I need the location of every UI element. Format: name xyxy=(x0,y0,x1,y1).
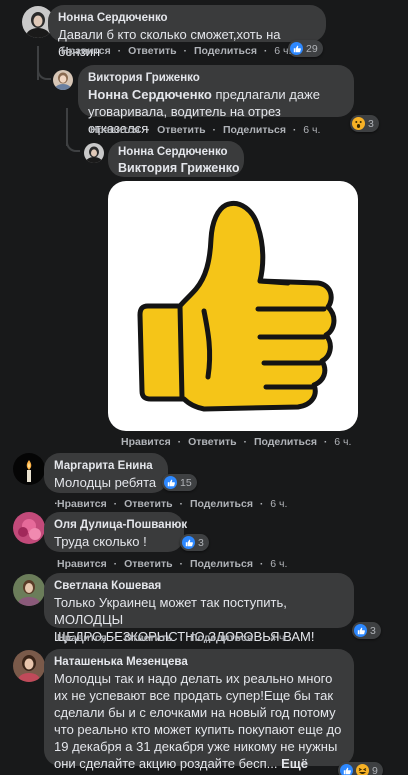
timestamp[interactable]: 6 ч. xyxy=(303,124,320,136)
mention-link[interactable]: Виктория Гриженко xyxy=(118,160,240,176)
timestamp[interactable]: 6 ч. xyxy=(270,498,287,510)
comment-bubble: Нонна Сердюченко Виктория Гриженко xyxy=(108,141,244,177)
like-link[interactable]: Нравится xyxy=(61,45,111,57)
haha-icon xyxy=(356,764,369,775)
avatar[interactable] xyxy=(84,143,104,163)
reaction-count[interactable]: 15 xyxy=(162,474,197,491)
timestamp[interactable]: 4 ч. xyxy=(270,632,287,644)
comment-author[interactable]: Оля Дулица-Пошванюк xyxy=(54,518,187,533)
share-link[interactable]: Поделиться xyxy=(190,558,253,570)
comment-author[interactable]: Светлана Кошевая xyxy=(54,579,344,594)
like-link[interactable]: Нравится xyxy=(57,632,107,644)
reply-link[interactable]: Ответить xyxy=(124,558,173,570)
reaction-number: 3 xyxy=(368,117,374,130)
timestamp[interactable]: 6 ч. xyxy=(334,436,351,448)
comment-text: Молодцы так и надо делать их реально мно… xyxy=(54,671,342,771)
reply-link[interactable]: Ответить xyxy=(128,45,177,57)
reaction-number: 3 xyxy=(198,536,204,549)
comment-bubble: Виктория Гриженко Нонна Сердюченко предл… xyxy=(78,65,354,136)
avatar[interactable] xyxy=(13,574,45,606)
like-link[interactable]: Нравится xyxy=(57,558,107,570)
comment-bubble: Маргарита Енина Молодцы ребята . xyxy=(44,453,168,507)
comment-actions: Нравится · Ответить · Поделиться · 6 ч. xyxy=(90,124,321,136)
avatar[interactable] xyxy=(13,512,45,544)
comment-author[interactable]: Нонна Сердюченко xyxy=(58,11,316,26)
comment-bubble: Оля Дулица-Пошванюк Труда сколько ! xyxy=(44,512,187,552)
share-link[interactable]: Поделиться xyxy=(254,436,317,448)
comment-author[interactable]: Нонна Сердюченко xyxy=(118,145,234,160)
comment-bubble: Наташенька Мезенцева Молодцы так и надо … xyxy=(44,649,354,771)
wow-icon xyxy=(352,117,365,130)
comment-author[interactable]: Виктория Гриженко xyxy=(88,71,344,86)
reply-link[interactable]: Ответить xyxy=(188,436,237,448)
mention-link[interactable]: Нонна Сердюченко xyxy=(88,87,212,102)
avatar[interactable] xyxy=(13,453,45,485)
thread-connector-1 xyxy=(37,60,51,80)
comment-actions: Нравится · Ответить · Поделиться · 6 ч. xyxy=(57,498,288,510)
comment-actions: Нравится · Ответить · Поделиться · 6 ч. xyxy=(61,45,292,57)
like-icon xyxy=(354,624,367,637)
reaction-count[interactable]: 9 xyxy=(338,762,383,775)
share-link[interactable]: Поделиться xyxy=(223,124,286,136)
comment-bubble: Светлана Кошевая Только Украинец может т… xyxy=(44,573,354,644)
comment-actions: Нравится · Ответить · Поделиться · 6 ч. xyxy=(121,436,352,448)
share-link[interactable]: Поделиться xyxy=(194,45,257,57)
reaction-count[interactable]: 3 xyxy=(352,622,381,639)
like-icon xyxy=(164,476,177,489)
reply-link[interactable]: Ответить xyxy=(157,124,206,136)
reaction-count[interactable]: 3 xyxy=(350,115,379,132)
timestamp[interactable]: 6 ч. xyxy=(274,45,291,57)
like-link[interactable]: Нравится xyxy=(121,436,171,448)
timestamp[interactable]: 6 ч. xyxy=(270,558,287,570)
comment-actions: Нравится · Ответить · Поделиться · 6 ч. xyxy=(57,558,288,570)
like-icon xyxy=(182,536,195,549)
see-more-link[interactable]: Ещё xyxy=(281,756,308,771)
comment-text: Труда сколько ! xyxy=(54,534,147,549)
share-link[interactable]: Поделиться xyxy=(190,498,253,510)
reaction-number: 29 xyxy=(306,42,318,55)
reaction-count[interactable]: 3 xyxy=(180,534,209,551)
avatar[interactable] xyxy=(13,650,45,682)
thread-connector-2 xyxy=(66,134,80,152)
comment-author[interactable]: Маргарита Енина xyxy=(54,459,158,474)
avatar[interactable] xyxy=(53,70,73,90)
share-link[interactable]: Поделиться xyxy=(190,632,253,644)
like-icon xyxy=(340,764,353,775)
like-link[interactable]: Нравится xyxy=(90,124,140,136)
like-link[interactable]: Нравится xyxy=(57,498,107,510)
comment-actions: Нравится · Ответить · Поделиться · 4 ч. xyxy=(57,632,288,644)
comment-author[interactable]: Наташенька Мезенцева xyxy=(54,655,344,670)
reply-link[interactable]: Ответить xyxy=(124,632,173,644)
thumbs-up-sticker[interactable] xyxy=(108,181,358,431)
comment-bubble: Нонна Сердюченко Давали б кто сколько см… xyxy=(48,5,326,59)
reaction-number: 15 xyxy=(180,476,192,489)
reaction-number: 9 xyxy=(372,764,378,775)
reaction-number: 3 xyxy=(370,624,376,637)
reply-link[interactable]: Ответить xyxy=(124,498,173,510)
